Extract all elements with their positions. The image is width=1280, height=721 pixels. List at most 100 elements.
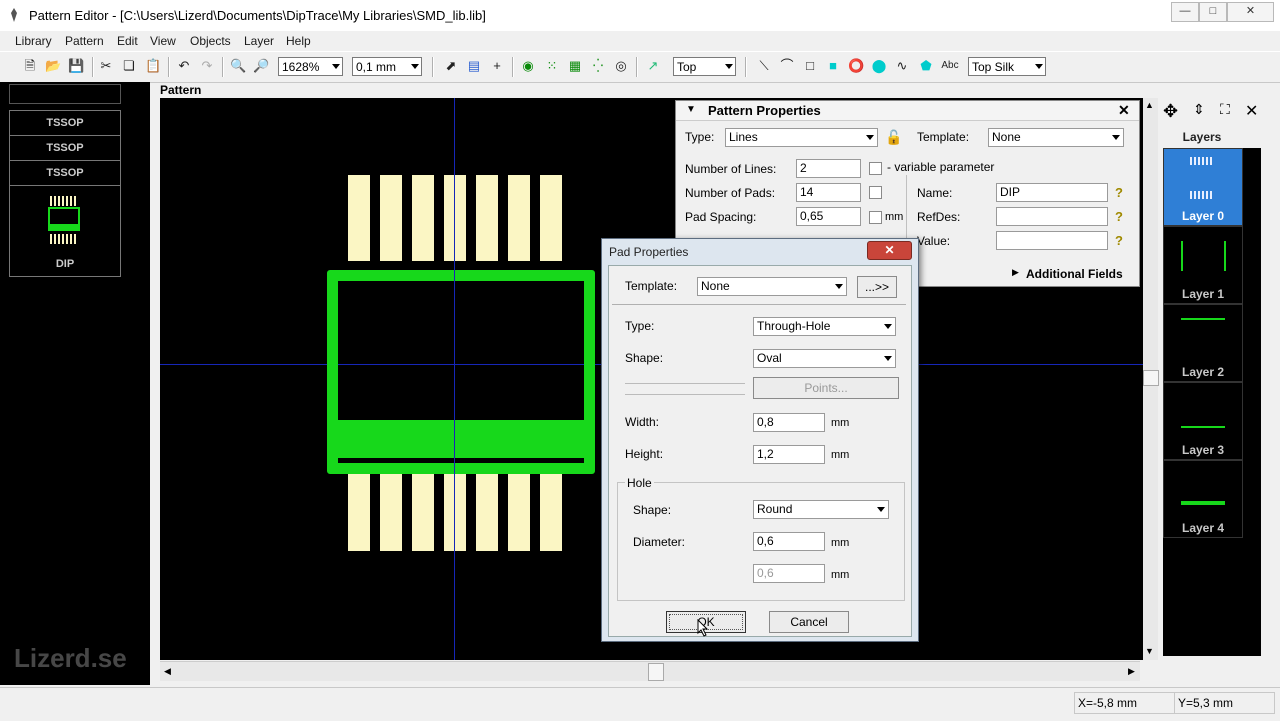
library-item-dip[interactable]: DIP	[9, 185, 121, 277]
lock-icon[interactable]: 🔓	[885, 129, 902, 146]
pad-shape-select[interactable]: Oval	[753, 349, 896, 368]
library-item-tssop-3[interactable]: TSSOP	[9, 160, 121, 186]
pad-type-select[interactable]: Through-Hole	[753, 317, 896, 336]
arc-icon[interactable]: ⌒	[779, 58, 795, 74]
layer-2-item[interactable]: Layer 2	[1163, 304, 1243, 382]
layer-0-item[interactable]: Layer 0	[1163, 148, 1243, 226]
more-button[interactable]: ...>>	[857, 276, 897, 298]
height-input[interactable]: 1,2	[753, 445, 825, 464]
crosshair-icon[interactable]: +	[489, 58, 505, 74]
pad-line-icon[interactable]: ⁙	[544, 58, 560, 74]
pad[interactable]	[508, 465, 530, 551]
binoculars-icon[interactable]: ◉◉	[125, 85, 149, 102]
scroll-down-icon[interactable]: ▼	[1145, 646, 1154, 656]
side-select[interactable]: Top	[673, 57, 736, 76]
scroll-left-icon[interactable]: ◀	[164, 666, 171, 677]
vertical-scroll-thumb[interactable]	[1143, 370, 1159, 386]
menu-help[interactable]: Help	[286, 34, 311, 48]
name-input[interactable]: DIP	[996, 183, 1108, 202]
menu-pattern[interactable]: Pattern	[65, 34, 104, 48]
template-select[interactable]: None	[697, 277, 847, 296]
pointer-icon[interactable]: ⬈	[443, 58, 459, 74]
template-select[interactable]: None	[988, 128, 1124, 147]
save-icon[interactable]: 💾	[68, 58, 84, 74]
expand-icon[interactable]: ▶	[1012, 267, 1019, 278]
pad-array-icon[interactable]: ▦	[567, 58, 583, 74]
pad-icon[interactable]: ◉	[520, 58, 536, 74]
pad[interactable]	[444, 175, 466, 261]
pad-polygon-icon[interactable]: ⁛	[590, 58, 606, 74]
open-folder-icon[interactable]: 📂	[45, 58, 61, 74]
diameter2-input[interactable]: 0,6	[753, 564, 825, 583]
pad[interactable]	[540, 175, 562, 261]
flip-icon[interactable]: ⇕	[1193, 101, 1205, 118]
pad[interactable]	[444, 465, 466, 551]
additional-fields-link[interactable]: Additional Fields	[1026, 267, 1123, 281]
scroll-up-icon[interactable]: ▲	[1145, 100, 1154, 110]
pad[interactable]	[380, 175, 402, 261]
pad[interactable]	[540, 465, 562, 551]
minimize-button[interactable]: —	[1171, 2, 1199, 22]
grid-select[interactable]: 0,1 mm	[352, 57, 422, 76]
paste-icon[interactable]: 📋	[145, 58, 161, 74]
diameter-input[interactable]: 0,6	[753, 532, 825, 551]
points-button[interactable]: Points...	[753, 377, 899, 399]
pad[interactable]	[508, 175, 530, 261]
filled-rectangle-icon[interactable]: ■	[825, 58, 841, 74]
new-file-icon[interactable]: 🗎	[22, 58, 38, 74]
pad-spacing-input[interactable]: 0,65	[796, 207, 861, 226]
layer-1-item[interactable]: Layer 1	[1163, 226, 1243, 304]
pattern-properties-header[interactable]: ▼ Pattern Properties ✕	[676, 101, 1139, 121]
zoom-select[interactable]: 1628%	[278, 57, 343, 76]
layer-4-item[interactable]: Layer 4	[1163, 460, 1243, 538]
cut-icon[interactable]: ✂	[98, 58, 114, 74]
library-item-tssop-2[interactable]: TSSOP	[9, 135, 121, 161]
horizontal-scroll-thumb[interactable]	[648, 663, 664, 681]
filled-ellipse-icon[interactable]: ⬤	[871, 58, 887, 74]
zoom-out-icon[interactable]: 🔎	[253, 58, 269, 74]
zoom-in-icon[interactable]: 🔍	[230, 58, 246, 74]
fit-icon[interactable]: ⛶	[1220, 101, 1230, 118]
value-input[interactable]	[996, 231, 1108, 250]
menu-view[interactable]: View	[150, 34, 176, 48]
pad[interactable]	[348, 175, 370, 261]
help-icon[interactable]: ?	[1115, 209, 1123, 224]
horizontal-scrollbar[interactable]: ◀ ▶	[160, 661, 1140, 681]
line-icon[interactable]: ⟍	[756, 58, 772, 74]
polygon-icon[interactable]: ⬟	[918, 58, 934, 74]
pad[interactable]	[476, 465, 498, 551]
copy-icon[interactable]: ❏	[121, 58, 137, 74]
pad[interactable]	[412, 175, 434, 261]
library-item-tssop-1[interactable]: TSSOP	[9, 110, 121, 136]
redo-icon[interactable]: ↷	[199, 58, 215, 74]
panel-close-icon[interactable]: ✕	[1245, 101, 1258, 121]
menu-library[interactable]: Library	[15, 34, 52, 48]
rectangle-icon[interactable]: □	[802, 58, 818, 74]
help-icon[interactable]: ?	[1115, 233, 1123, 248]
layer-3-item[interactable]: Layer 3	[1163, 382, 1243, 460]
menu-edit[interactable]: Edit	[117, 34, 138, 48]
move-icon[interactable]: ✥	[1163, 101, 1178, 122]
library-search-input[interactable]	[9, 84, 121, 104]
close-button[interactable]: ✕	[1227, 2, 1274, 22]
pads-variable-checkbox[interactable]	[869, 186, 882, 199]
variable-parameter-checkbox[interactable]	[869, 162, 882, 175]
hole-icon[interactable]: ◎	[613, 58, 629, 74]
scroll-right-icon[interactable]: ▶	[1128, 666, 1135, 677]
number-of-lines-input[interactable]: 2	[796, 159, 861, 178]
dialog-close-button[interactable]: ✕	[867, 241, 912, 260]
pad[interactable]	[348, 465, 370, 551]
cancel-button[interactable]: Cancel	[769, 611, 849, 633]
number-of-pads-input[interactable]: 14	[796, 183, 861, 202]
type-select[interactable]: Lines	[725, 128, 878, 147]
undo-icon[interactable]: ↶	[176, 58, 192, 74]
ellipse-icon[interactable]: ⭕	[848, 58, 864, 74]
ruler-icon[interactable]: ▤	[466, 58, 482, 74]
layer-select[interactable]: Top Silk	[968, 57, 1046, 76]
text-icon[interactable]: Abc	[940, 58, 960, 74]
menu-layer[interactable]: Layer	[244, 34, 274, 48]
refdes-input[interactable]	[996, 207, 1108, 226]
width-input[interactable]: 0,8	[753, 413, 825, 432]
collapse-icon[interactable]: ▼	[686, 104, 696, 115]
vertical-scrollbar[interactable]: ▲ ▼	[1143, 98, 1159, 660]
